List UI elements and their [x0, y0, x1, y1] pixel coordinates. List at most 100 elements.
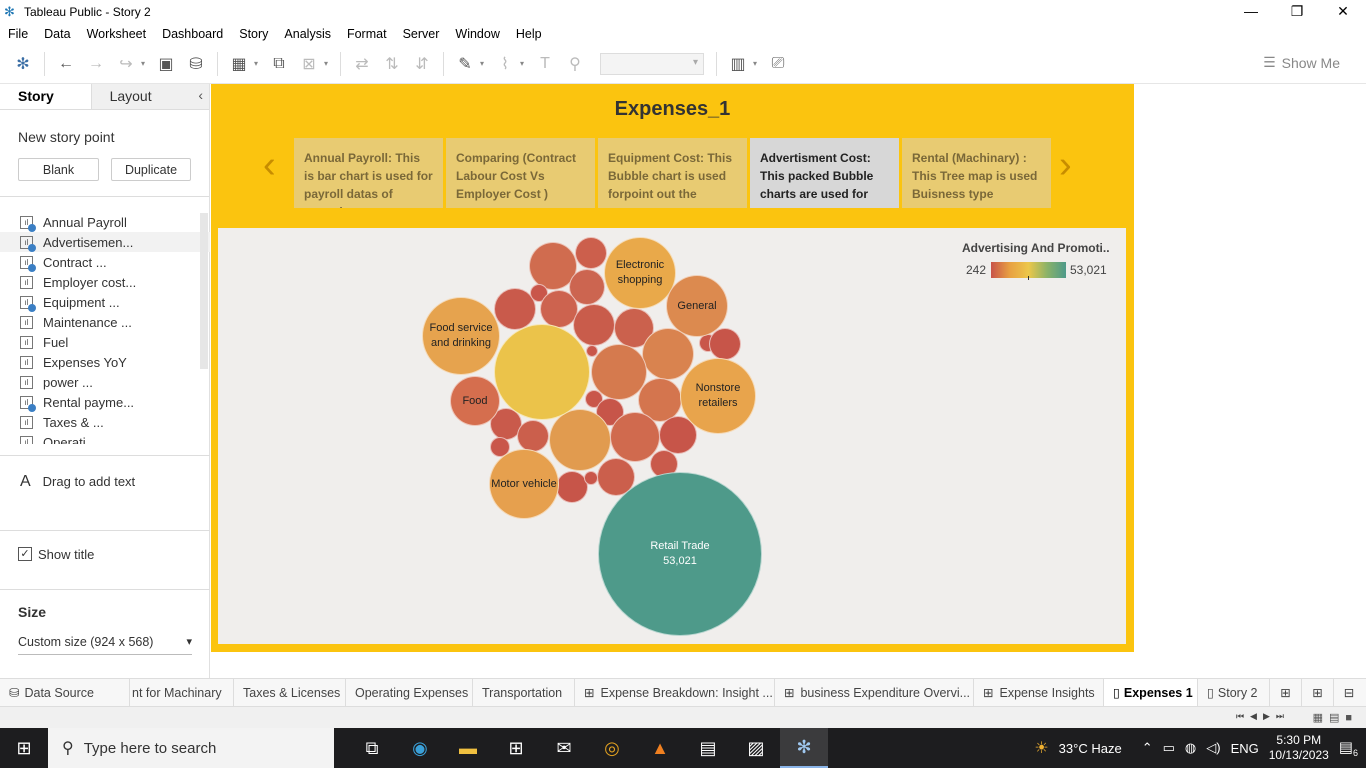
undo-icon[interactable]: ←: [51, 50, 81, 78]
bubble[interactable]: [573, 304, 615, 346]
bubble-motor-vehicle[interactable]: Motor vehicle: [489, 449, 559, 519]
mail-icon[interactable]: ✉: [540, 728, 588, 768]
sheet-list-scrollbar[interactable]: [200, 213, 208, 369]
clear-dropdown-icon[interactable]: ▾: [324, 59, 334, 68]
clear-sheet-icon[interactable]: ⊠: [294, 50, 324, 78]
notification-icon[interactable]: ▤6: [1339, 738, 1358, 758]
tab-dashboard[interactable]: ⊞ Expense Insights: [974, 678, 1104, 707]
previous-point-icon[interactable]: ‹: [263, 144, 276, 187]
list-item[interactable]: ıl Taxes & ...: [0, 412, 210, 432]
sort-ascending-icon[interactable]: ⇅: [377, 50, 407, 78]
file-explorer-icon[interactable]: ▬: [444, 728, 492, 768]
list-item[interactable]: ıl Fuel: [0, 332, 210, 352]
list-item[interactable]: ıl Employer cost...: [0, 272, 210, 292]
list-item[interactable]: ıl Rental payme...: [0, 392, 210, 412]
tableau-home-icon[interactable]: ✻: [8, 50, 38, 78]
menu-story[interactable]: Story: [231, 27, 276, 41]
tab-dashboard[interactable]: ⊞ Expense Breakdown: Insight ...: [575, 678, 775, 707]
swap-icon[interactable]: ⇄: [347, 50, 377, 78]
duplicate-button[interactable]: Duplicate: [111, 158, 191, 181]
task-view-icon[interactable]: ⧉: [348, 728, 396, 768]
menu-help[interactable]: Help: [508, 27, 550, 41]
list-item[interactable]: ıl Contract ...: [0, 252, 210, 272]
highlight-icon[interactable]: ✎: [450, 50, 480, 78]
tab-sheet[interactable]: Taxes & Licenses: [234, 678, 346, 707]
blank-button[interactable]: Blank: [18, 158, 99, 181]
new-story-tab-icon[interactable]: ⊟: [1334, 679, 1364, 707]
presentation-mode-icon[interactable]: ⎚: [763, 50, 793, 78]
bubble[interactable]: [584, 471, 598, 485]
vlc-icon[interactable]: ▲: [636, 728, 684, 768]
chrome-icon[interactable]: ◎: [588, 728, 636, 768]
story-point-advertisment-cost[interactable]: Advertisment Cost: This packed Bubble ch…: [750, 138, 899, 208]
show-me-button[interactable]: ☰ Show Me: [1263, 54, 1340, 71]
menu-analysis[interactable]: Analysis: [276, 27, 339, 41]
show-cards-dropdown-icon[interactable]: ▾: [753, 59, 763, 68]
list-item[interactable]: ıl Operati...: [0, 432, 210, 444]
photos-icon[interactable]: ▨: [732, 728, 780, 768]
tableau-taskbar-icon[interactable]: ✻: [780, 728, 828, 768]
fit-dropdown[interactable]: [600, 52, 704, 75]
tab-sheet[interactable]: Operating Expenses: [346, 678, 473, 707]
next-point-icon[interactable]: ›: [1059, 144, 1072, 187]
tab-dashboard[interactable]: ⊞ business Expenditure Overvi...: [775, 678, 974, 707]
save-icon[interactable]: ▣: [151, 50, 181, 78]
list-item[interactable]: ıl Annual Payroll: [0, 212, 210, 232]
view-toggle-icons[interactable]: ▦▤■: [1313, 711, 1358, 724]
chevron-up-icon[interactable]: ⌃: [1142, 740, 1153, 756]
menu-window[interactable]: Window: [447, 27, 507, 41]
duplicate-sheet-icon[interactable]: ⧉: [264, 50, 294, 78]
video-editor-icon[interactable]: ▤: [684, 728, 732, 768]
bubble-electronic-shopping[interactable]: Electronic shopping: [604, 237, 676, 309]
bubble[interactable]: [642, 328, 694, 380]
bubble[interactable]: [517, 420, 549, 452]
new-worksheet-icon[interactable]: ▦: [224, 50, 254, 78]
maximize-button[interactable]: ❐: [1274, 0, 1320, 22]
bubble[interactable]: [709, 328, 741, 360]
bubble-food-service[interactable]: Food service and drinking: [422, 297, 500, 375]
tab-sheet[interactable]: Transportation: [473, 678, 575, 707]
clock[interactable]: 5:30 PM 10/13/2023: [1269, 733, 1329, 763]
show-cards-icon[interactable]: ▥: [723, 50, 753, 78]
volume-icon[interactable]: ◁): [1206, 740, 1220, 756]
tab-story-active[interactable]: ▯ Expenses 1: [1104, 678, 1198, 707]
drag-text-object[interactable]: A Drag to add text: [0, 455, 210, 532]
bubble[interactable]: [575, 237, 607, 269]
show-title-toggle[interactable]: ✓ Show title: [0, 530, 210, 590]
group-icon[interactable]: ⌇: [490, 50, 520, 78]
list-item[interactable]: ıl Maintenance ...: [0, 312, 210, 332]
tab-layout[interactable]: Layout ‹: [91, 84, 209, 109]
collapse-panel-icon[interactable]: ‹: [198, 87, 203, 103]
menu-worksheet[interactable]: Worksheet: [79, 27, 155, 41]
tab-story[interactable]: ▯ Story 2: [1198, 678, 1270, 707]
bubble[interactable]: [549, 409, 611, 471]
menu-data[interactable]: Data: [36, 27, 78, 41]
sheet-nav-icons[interactable]: ⏮◀▶⏭: [1236, 711, 1290, 722]
menu-file[interactable]: File: [0, 27, 36, 41]
bubble-highlight[interactable]: [494, 324, 590, 420]
network-icon[interactable]: ◍: [1185, 740, 1196, 756]
tab-sheet[interactable]: nt for Machinary: [130, 678, 234, 707]
story-point-equipment-cost[interactable]: Equipment Cost: This Bubble chart is use…: [598, 138, 747, 208]
list-item[interactable]: ıl power ...: [0, 372, 210, 392]
tab-data-source[interactable]: ⛁ Data Source: [0, 678, 130, 707]
replay-icon[interactable]: ↪: [111, 50, 141, 78]
bubble-retail-trade[interactable]: Retail Trade 53,021: [598, 472, 762, 636]
group-dropdown-icon[interactable]: ▾: [520, 59, 530, 68]
store-icon[interactable]: ⊞: [492, 728, 540, 768]
sort-descending-icon[interactable]: ⇵: [407, 50, 437, 78]
menu-server[interactable]: Server: [395, 27, 448, 41]
new-datasource-icon[interactable]: ⛁: [181, 50, 211, 78]
bubble-nonstore-retailers[interactable]: Nonstore retailers: [680, 358, 756, 434]
size-dropdown[interactable]: Custom size (924 x 568): [18, 635, 192, 655]
edge-icon[interactable]: ◉: [396, 728, 444, 768]
replay-dropdown-icon[interactable]: ▾: [141, 59, 151, 68]
bubble-general[interactable]: General: [666, 275, 728, 337]
pin-icon[interactable]: ⚲: [560, 50, 590, 78]
bubble-food[interactable]: Food: [450, 376, 500, 426]
menu-format[interactable]: Format: [339, 27, 395, 41]
story-point-rental[interactable]: Rental (Machinary) : This Tree map is us…: [902, 138, 1051, 208]
labels-icon[interactable]: T: [530, 50, 560, 78]
tab-story[interactable]: Story: [0, 84, 92, 109]
minimize-button[interactable]: —: [1228, 0, 1274, 22]
